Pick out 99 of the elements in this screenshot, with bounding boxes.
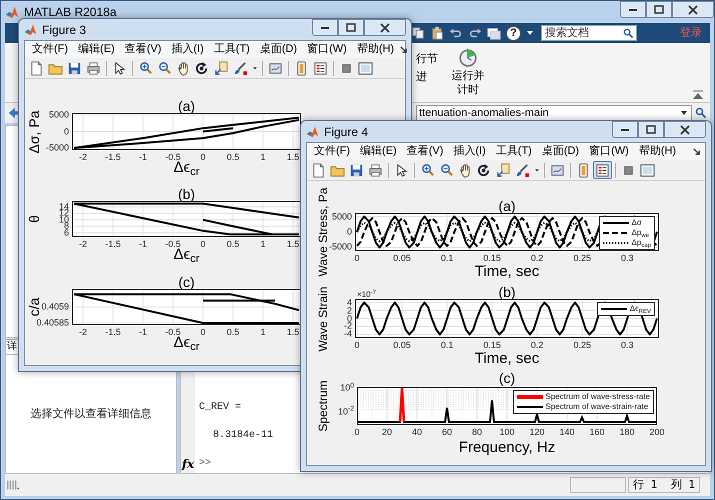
- y-axis-label: c/a: [27, 298, 41, 316]
- command-prompt: >>: [199, 457, 212, 471]
- tick-label: 0.05: [393, 254, 411, 263]
- tick-label: 0.3: [621, 254, 634, 263]
- chart-title: (c): [498, 371, 516, 385]
- x-axis-label: Frequency, Hz: [458, 440, 556, 455]
- tick-label: 160: [589, 428, 605, 437]
- tick-label: 0: [200, 153, 206, 162]
- tick-label: 0.15: [483, 341, 501, 350]
- tick-label: -1.5: [105, 328, 121, 337]
- tick-label: 200: [649, 428, 665, 437]
- tick-label: 0.40585: [36, 318, 69, 328]
- column-indicator: 列 1: [670, 476, 695, 493]
- tick-label: 0.05: [393, 341, 411, 350]
- chart-title: (a): [498, 199, 516, 213]
- tick-label: 5000: [332, 212, 352, 222]
- tick-label: 2: [346, 306, 352, 316]
- tick-label: 0.15: [483, 254, 501, 263]
- tick-label: 0: [200, 328, 206, 337]
- tick-label: -1: [139, 328, 147, 337]
- tick-label: -5000: [328, 242, 352, 252]
- y-axis-label: Spectrum: [317, 380, 329, 432]
- tick-label: 40: [412, 428, 422, 437]
- tick-label: -0.5: [165, 240, 181, 249]
- tick-label: 0: [354, 254, 360, 263]
- console-output: 8.3184e-11: [213, 429, 274, 443]
- chart-title: (c): [178, 275, 195, 289]
- window-title: Figure 4: [324, 124, 368, 140]
- tick-label: -1.5: [105, 153, 121, 162]
- tick-label: 1.5: [286, 328, 300, 337]
- tick-label: 60: [442, 428, 452, 437]
- tick-label: 120: [529, 428, 545, 437]
- tick-label: 0.2: [530, 254, 544, 263]
- tick-label: 5000: [48, 110, 69, 120]
- legend-label: Spectrum of wave-strain-rate: [546, 403, 648, 411]
- x-axis-label: Δϵ$_{cr}$: [173, 160, 200, 175]
- legend-label: Spectrum of wave-stress-rate: [546, 393, 650, 401]
- tick-label: 0.2: [530, 341, 544, 350]
- y-axis-label: Wave Strain: [317, 286, 329, 351]
- tick-label: 0.5: [226, 328, 240, 337]
- x-axis-label: Time, sec: [474, 264, 540, 279]
- tick-label: 1.5: [286, 153, 300, 162]
- tick-label: -1: [139, 153, 147, 162]
- tick-label: 10$^{0}$: [340, 384, 354, 393]
- tick-label: 20: [382, 428, 392, 437]
- chart-title: (a): [178, 99, 196, 113]
- tick-label: -0.5: [165, 153, 181, 162]
- tick-label: 0.5: [226, 153, 240, 162]
- tick-label: 140: [559, 428, 575, 437]
- tick-label: 0.25: [573, 254, 591, 263]
- legend-label: Δσ: [632, 219, 642, 227]
- legend-label: Δp$_{we}$: [632, 229, 649, 237]
- tick-label: 1: [260, 240, 266, 249]
- tick-label: -2: [79, 240, 87, 249]
- tick-label: 10$^{-2}$: [338, 407, 354, 416]
- y-axis-label: θ: [27, 215, 41, 223]
- tick-label: -2: [344, 322, 352, 331]
- x-axis-label: Δϵ$_{cr}$: [173, 247, 200, 262]
- chart-title: (b): [498, 285, 516, 299]
- tick-label: 1.5: [286, 240, 300, 249]
- tick-label: -2: [79, 153, 87, 162]
- tick-label: 0.1: [440, 341, 454, 350]
- tick-label: 0.1: [440, 254, 454, 263]
- empty-state-text: 选择文件以查看详细信息: [30, 406, 152, 422]
- tick-label: 100: [499, 428, 515, 437]
- tick-label: 180: [619, 428, 635, 437]
- tick-label: 0: [346, 314, 352, 323]
- axis-exponent: ×10$^{-7}$: [357, 291, 376, 299]
- tick-label: -5000: [46, 144, 69, 152]
- tick-label: 0.3: [621, 341, 634, 350]
- tick-label: 0: [354, 428, 360, 437]
- tick-label: 4: [346, 298, 352, 308]
- x-axis-label: Δϵ$_{cr}$: [173, 335, 200, 350]
- tick-label: 0: [354, 341, 360, 350]
- console-output: C_REV =: [199, 401, 242, 415]
- tick-label: -4: [344, 330, 352, 339]
- tick-label: 6: [64, 228, 69, 238]
- row-indicator: 行 1: [633, 476, 658, 493]
- tick-label: 0: [200, 240, 206, 249]
- tick-label: 0.5: [226, 240, 240, 249]
- tick-label: -1.5: [105, 240, 121, 249]
- y-axis-label: Δσ, Pa: [27, 110, 41, 153]
- tick-label: 0: [64, 127, 69, 136]
- y-axis-label: Wave Stress, Pa: [317, 188, 329, 276]
- tick-label: 0.25: [573, 341, 591, 350]
- window-title: MATLAB R2018a: [24, 4, 116, 21]
- legend-label: Δϵ$_{REV}$: [630, 305, 651, 313]
- window-title: Figure 3: [42, 22, 86, 38]
- tick-label: 0: [346, 228, 352, 236]
- tick-label: -2: [79, 328, 87, 337]
- tick-label: 1: [260, 328, 266, 337]
- tick-label: 0.4059: [41, 302, 69, 312]
- x-axis-label: Time, sec: [474, 351, 540, 366]
- legend-label: Δp$_{cap}$: [632, 239, 651, 247]
- tick-label: 1: [260, 153, 266, 162]
- chart-title: (b): [178, 187, 196, 201]
- tick-label: 80: [472, 428, 482, 437]
- tick-label: -1: [139, 240, 147, 249]
- tick-label: -0.5: [165, 328, 181, 337]
